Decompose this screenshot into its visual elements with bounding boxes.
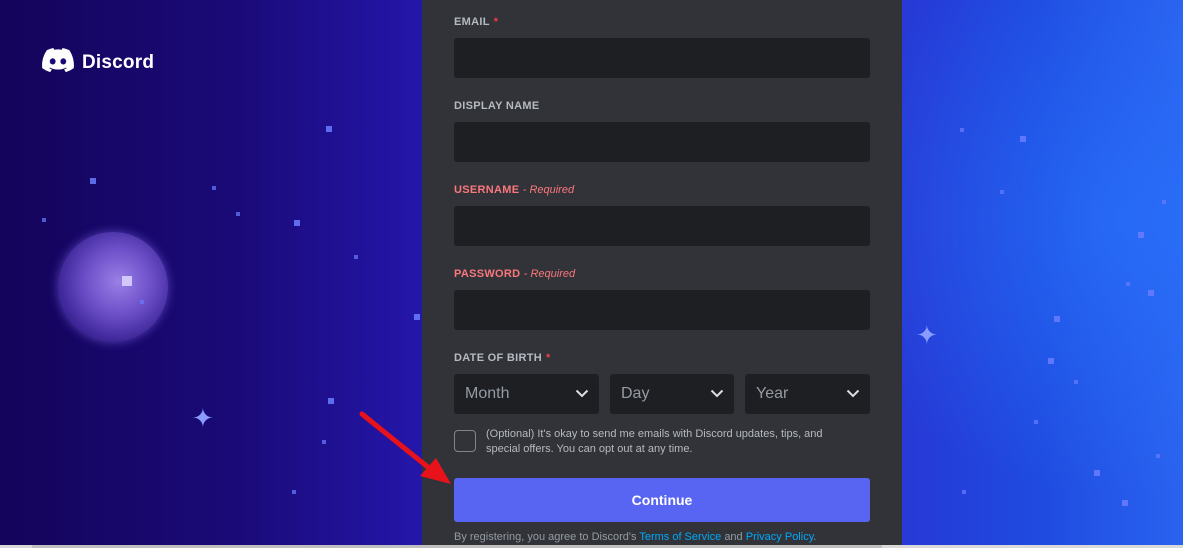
star-decoration <box>140 300 144 304</box>
chevron-down-icon <box>575 385 589 403</box>
star-decoration <box>1148 290 1154 296</box>
display-name-field[interactable] <box>454 122 870 162</box>
email-label: EMAIL * <box>454 16 499 28</box>
brand-name: Discord <box>82 52 155 73</box>
star-decoration <box>1034 420 1038 424</box>
star-decoration <box>1156 454 1160 458</box>
star-decoration <box>1126 282 1130 286</box>
chevron-down-icon <box>710 385 724 403</box>
star-decoration <box>328 398 334 404</box>
chevron-down-icon <box>846 385 860 403</box>
year-select-value: Year <box>756 385 789 402</box>
username-label: USERNAME - Required <box>454 184 575 196</box>
discord-logo-icon <box>42 48 74 78</box>
register-form-panel: EMAIL * DISPLAY NAME USERNAME - Required … <box>422 0 902 548</box>
email-optin-text: (Optional) It's okay to send me emails w… <box>486 428 823 455</box>
legal-text: By registering, you agree to Discord's T… <box>454 531 817 543</box>
red-arrow-icon <box>356 408 456 493</box>
day-select[interactable]: Day <box>610 374 734 414</box>
year-select[interactable]: Year <box>745 374 870 414</box>
star-decoration <box>1054 316 1060 322</box>
star-decoration <box>1020 136 1026 142</box>
star-decoration <box>414 314 420 320</box>
day-select-value: Day <box>621 385 650 402</box>
username-field[interactable] <box>454 206 870 246</box>
star-decoration <box>292 490 296 494</box>
password-label: PASSWORD - Required <box>454 268 576 280</box>
star-decoration <box>354 255 358 259</box>
star-decoration <box>1122 500 1128 506</box>
star-decoration <box>212 186 216 190</box>
star-decoration <box>1138 232 1144 238</box>
email-field[interactable] <box>454 38 870 78</box>
brand-logo[interactable]: Discord <box>42 48 154 78</box>
dob-label: DATE OF BIRTH * <box>454 352 551 364</box>
star-decoration <box>1000 190 1004 194</box>
planet-illustration <box>58 232 168 342</box>
continue-button[interactable]: Continue <box>454 478 870 522</box>
star-decoration <box>90 178 96 184</box>
star-decoration <box>962 490 966 494</box>
star-decoration <box>1074 380 1078 384</box>
star-decoration <box>42 218 46 222</box>
star-decoration <box>326 126 332 132</box>
star-decoration <box>322 440 326 444</box>
terms-of-service-link[interactable]: Terms of Service <box>639 531 721 543</box>
star-decoration <box>1094 470 1100 476</box>
month-select[interactable]: Month <box>454 374 599 414</box>
display-name-label: DISPLAY NAME <box>454 100 540 112</box>
password-field[interactable] <box>454 290 870 330</box>
email-optin-checkbox[interactable] <box>454 430 476 452</box>
star-decoration <box>294 220 300 226</box>
star-decoration <box>236 212 240 216</box>
sparkle-icon: ✦ <box>916 320 938 350</box>
star-decoration <box>960 128 964 132</box>
sparkle-icon: ✦ <box>192 403 214 433</box>
month-select-value: Month <box>465 385 510 402</box>
star-decoration <box>1162 200 1166 204</box>
star-decoration <box>1048 358 1054 364</box>
privacy-policy-link[interactable]: Privacy Policy <box>746 531 814 543</box>
